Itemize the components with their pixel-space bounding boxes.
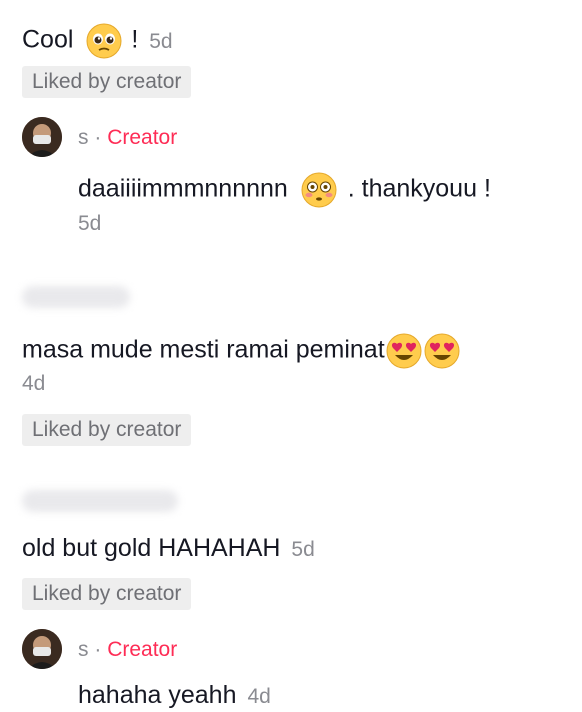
comment-3-text: old but gold HAHAHAH [22, 534, 281, 562]
reply-1-text-line: daaiiiimmmnnnnnn . thankyouu ! [78, 172, 491, 208]
liked-by-creator-badge: Liked by creator [22, 66, 192, 98]
comment-1-time: 5d [149, 29, 173, 53]
comment-3-time: 5d [291, 538, 315, 561]
avatar[interactable] [22, 629, 62, 669]
heart-eyes-icon [386, 333, 422, 369]
reply-1-time: 5d [78, 212, 102, 235]
reply-1-text-after: . thankyouu ! [347, 174, 491, 203]
liked-by-creator-badge: Liked by creator [22, 414, 192, 446]
reply-3-text: hahaha yeahh [78, 681, 237, 709]
pleading-face-icon [86, 23, 122, 59]
separator-dot: · [94, 126, 102, 149]
separator-dot: · [94, 638, 102, 661]
reply-3-username[interactable]: s [78, 638, 89, 661]
liked-by-creator-badge: Liked by creator [22, 578, 192, 610]
flushed-face-icon [301, 172, 337, 208]
comment-1-text-line: Cool ! 5d [22, 23, 173, 59]
reply-3-time: 4d [247, 685, 271, 708]
blurred-username[interactable] [22, 286, 130, 308]
comment-2-text: masa mude mesti ramai peminat [22, 335, 385, 364]
reply-3-text-line: hahaha yeahh 4d [78, 680, 271, 712]
comment-1-exclaim: ! [131, 25, 139, 54]
heart-eyes-icon [424, 333, 460, 369]
blurred-username[interactable] [22, 490, 178, 512]
reply-1-username[interactable]: s [78, 126, 89, 149]
reply-1-text: daaiiiimmmnnnnnn [78, 174, 288, 203]
comment-3-text-line: old but gold HAHAHAH 5d [22, 533, 315, 565]
avatar[interactable] [22, 117, 62, 157]
comment-1-text: Cool [22, 25, 74, 54]
creator-label: Creator [107, 126, 178, 149]
comment-2-text-line: masa mude mesti ramai peminat [22, 333, 460, 369]
reply-1-header: s · Creator [78, 125, 177, 151]
creator-label: Creator [107, 638, 178, 661]
reply-3-header: s · Creator [78, 637, 177, 663]
comment-2-time: 4d [22, 372, 46, 395]
